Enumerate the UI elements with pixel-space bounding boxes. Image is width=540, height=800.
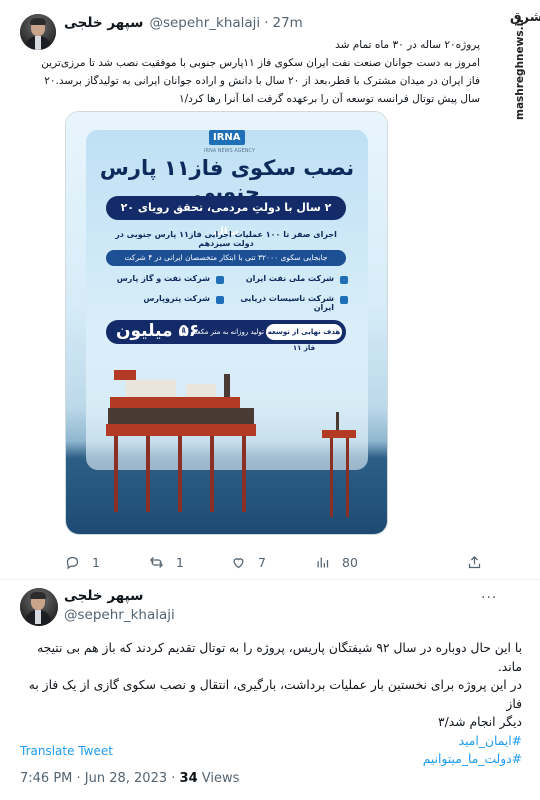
goal-value: ۵۶ میلیون [116, 321, 200, 341]
retweet-count: 1 [176, 555, 184, 570]
tweet-footer: 7:46 PM · Jun 28, 2023 · 34 Views [20, 771, 239, 786]
tweet-image[interactable]: IRNA IRNA NEWS AGENCY نصب سکوی فاز۱۱ پار… [65, 111, 388, 535]
text-line: با این حال دوباره در سال ۹۲ شیفتگان پاری… [37, 641, 522, 674]
views-count: 80 [342, 555, 358, 570]
views-count: 34 [179, 771, 198, 786]
tweet-text: پروژه۲۰ ساله در ۳۰ ماه تمام شد امروز به … [30, 36, 480, 108]
text-line: فاز ایران در میدان مشترک با قطر،بعد از ۲… [44, 75, 480, 87]
text-line: در این پروژه برای نخستین بار عملیات بردا… [28, 678, 522, 711]
company-name: شرکت ملی نفت ایران [245, 274, 334, 283]
tweet-header: سپهر خلجی @sepehr_khalaji · 27m [64, 15, 303, 31]
reply-count: 1 [92, 555, 100, 570]
author-name[interactable]: سپهر خلجی [64, 15, 143, 31]
infographic-info-banner: جابجایی سکوی ۳۲۰۰۰ تنی با ابتکار متخصصان… [106, 250, 346, 266]
share-button[interactable] [467, 555, 482, 574]
infographic-subheadline: ۲ سال با دولتِ مردمی، تحقق رویای ۲۰ ساله [106, 196, 346, 238]
author-handle[interactable]: @sepehr_khalaji [149, 15, 260, 31]
reply-icon [66, 556, 79, 570]
author-handle[interactable]: @sepehr_khalaji [64, 607, 175, 623]
more-options-icon[interactable]: ··· [481, 590, 497, 606]
text-line: پروژه۲۰ ساله در ۳۰ ماه تمام شد [335, 39, 480, 51]
retweet-button[interactable]: 1 [149, 555, 184, 570]
company-icon [216, 296, 224, 304]
company-name: شرکت تاسیسات دریایی ایران [240, 294, 334, 312]
divider [0, 579, 540, 580]
separator: · [264, 15, 269, 31]
views-button[interactable]: 80 [315, 555, 358, 570]
tweet-time[interactable]: 27m [272, 15, 302, 31]
text-line: سال پیش توتال فرانسه توسعه آن را برعهده … [178, 93, 480, 105]
views-label: Views [201, 771, 240, 786]
company-name: شرکت پتروپارس [143, 294, 210, 303]
text-line: امروز به دست جوانان صنعت نفت ایران سکوی … [41, 57, 480, 69]
goal-tag: هدف نهایی از توسعه فاز ۱۱ [266, 324, 342, 352]
avatar[interactable] [20, 588, 58, 626]
company-icon [340, 296, 348, 304]
irna-logo: IRNA [209, 130, 245, 145]
text-line: دیگر انجام شد/۳ [438, 715, 522, 729]
tweet-1: سپهر خلجی @sepehr_khalaji · 27m پروژه۲۰ … [0, 0, 540, 580]
watermark-site: mashreghnews.ir [514, 17, 526, 120]
heart-icon [233, 558, 244, 569]
like-button[interactable]: 7 [231, 555, 266, 570]
tweet-actions: 1 1 7 80 [65, 555, 481, 571]
company-name: شرکت نفت و گاز پارس [116, 274, 210, 283]
irna-logo-subtitle: IRNA NEWS AGENCY [204, 148, 255, 154]
like-count: 7 [258, 555, 266, 570]
share-icon [468, 555, 481, 569]
translate-tweet-link[interactable]: Translate Tweet [20, 744, 113, 758]
retweet-icon [149, 557, 164, 568]
views-icon [317, 557, 329, 568]
company-icon [340, 276, 348, 284]
tweet-timestamp[interactable]: 7:46 PM · Jun 28, 2023 · [20, 771, 175, 786]
company-icon [216, 276, 224, 284]
author-name[interactable]: سپهر خلجی [64, 588, 143, 604]
reply-button[interactable]: 1 [65, 555, 100, 570]
infographic-info: اجرای صفر تا ۱۰۰ عملیات اجرایی فاز۱۱ پار… [115, 230, 337, 248]
